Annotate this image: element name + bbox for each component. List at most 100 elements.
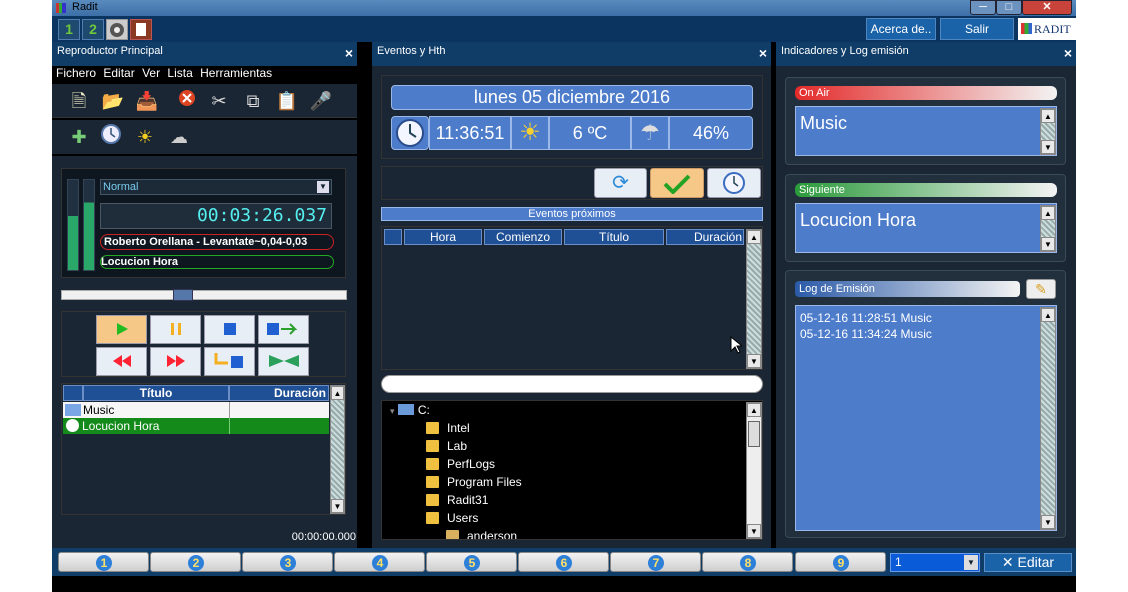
check-button[interactable] [650,168,704,198]
close-panel-icon[interactable]: × [759,45,767,61]
weather-icon[interactable]: ☁ [166,124,192,150]
events-scrollbar[interactable]: ▲ ▼ [746,229,762,369]
open-folder-icon[interactable]: 📂 [100,88,126,114]
events-comienzo-header[interactable]: Comienzo [484,229,562,245]
menu-editar[interactable]: Editar [103,66,134,80]
playlist-duration-header[interactable]: Duración [229,385,329,401]
fast-forward-button[interactable] [150,347,201,376]
save-icon[interactable]: 📥 [134,88,160,114]
about-button[interactable]: Acerca de.. [866,18,936,40]
chevron-down-icon[interactable]: ▼ [964,555,978,570]
cut-icon[interactable]: ✂ [206,88,232,114]
tree-node-folder[interactable]: PerfLogs [390,455,745,473]
close-button[interactable]: ✕ [1022,0,1072,15]
tree-node-folder[interactable]: anderson [390,527,745,539]
scroll-down-icon[interactable]: ▼ [331,499,344,513]
scroll-up-icon[interactable]: ▲ [747,403,761,417]
menu-lista[interactable]: Lista [167,66,192,80]
playlist-title-header[interactable]: Título [83,385,229,401]
scroll-up-icon[interactable]: ▲ [747,230,761,244]
cart-button-4[interactable]: 4 [334,552,425,572]
tree-node-folder[interactable]: Users [390,509,745,527]
total-time: 00:00:00.000 [291,531,356,543]
next-value: Locucion Hora [800,210,917,230]
jump-button[interactable] [204,347,255,376]
temperature-icon[interactable]: ☀ [132,124,158,150]
list-item-title: Music [83,403,115,417]
close-panel-icon[interactable]: × [345,45,353,61]
clock-button[interactable] [707,168,761,198]
menu-herramientas[interactable]: Herramientas [200,66,272,80]
slider-handle[interactable] [172,289,193,301]
pause-button[interactable] [150,315,201,344]
clear-log-button[interactable]: ✎ [1026,279,1056,299]
scroll-up-icon[interactable]: ▲ [331,386,344,400]
mode-select[interactable]: Normal ▼ [100,179,332,195]
table-row[interactable]: Locucion Hora [63,418,329,434]
disc-icon[interactable] [106,19,128,40]
menu-ver[interactable]: Ver [142,66,160,80]
scroll-thumb[interactable] [748,421,760,447]
tree-scrollbar[interactable]: ▲ ▼ [746,402,762,539]
scroll-down-icon[interactable]: ▼ [1041,140,1055,154]
scroll-down-icon[interactable]: ▼ [747,524,761,538]
new-file-icon[interactable]: 🗎 [66,88,92,114]
paste-icon[interactable]: 📋 [274,88,300,114]
cart-button-7[interactable]: 7 [610,552,701,572]
player-1-tab[interactable]: 1 [58,19,80,40]
menu-fichero[interactable]: Fichero [56,66,96,80]
scroll-up-icon[interactable]: ▲ [1041,308,1055,322]
cart-button-1[interactable]: 1 [58,552,149,572]
delete-icon[interactable] [174,88,200,114]
edit-button[interactable]: ✕ Editar [984,553,1072,572]
events-titulo-header[interactable]: Título [564,229,664,245]
note-icon[interactable] [130,19,152,40]
events-hora-header[interactable]: Hora [404,229,482,245]
log-scrollbar[interactable]: ▲ ▼ [1040,307,1056,530]
events-check-header[interactable] [384,229,402,245]
cart-button-5[interactable]: 5 [426,552,517,572]
cart-button-9[interactable]: 9 [795,552,886,572]
page-select[interactable]: 1 ▼ [890,553,980,572]
scroll-up-icon[interactable]: ▲ [1041,206,1055,220]
on-air-scrollbar[interactable]: ▲ ▼ [1040,108,1056,155]
next-track-button[interactable] [258,315,309,344]
crossfade-button[interactable] [258,347,309,376]
player-2-tab[interactable]: 2 [82,19,104,40]
scroll-down-icon[interactable]: ▼ [1041,237,1055,251]
cart-button-3[interactable]: 3 [242,552,333,572]
tree-node-folder[interactable]: Program Files [390,473,745,491]
maximize-button[interactable]: □ [996,0,1022,15]
playlist-scrollbar[interactable]: ▲ ▼ [330,385,345,514]
tree-node-folder[interactable]: Lab [390,437,745,455]
minimize-button[interactable]: ─ [970,0,996,15]
next-scrollbar[interactable]: ▲ ▼ [1040,205,1056,252]
microphone-icon[interactable]: 🎤 [308,88,334,114]
path-input[interactable] [381,375,763,393]
add-file-icon[interactable]: ✚ [66,124,92,150]
scroll-down-icon[interactable]: ▼ [1041,515,1055,529]
play-button[interactable] [96,315,147,344]
cart-button-6[interactable]: 6 [518,552,609,572]
rewind-button[interactable] [96,347,147,376]
table-row[interactable]: Music [63,402,329,418]
exit-button[interactable]: Salir [940,18,1014,40]
copy-icon[interactable]: ⧉ [240,88,266,114]
scroll-down-icon[interactable]: ▼ [747,354,761,368]
cart-button-8[interactable]: 8 [702,552,793,572]
events-duracion-header[interactable]: Duración [666,229,744,245]
stop-button[interactable] [204,315,255,344]
time-announce-icon[interactable] [98,124,124,150]
tab-2-label: 2 [89,21,97,37]
tree-node-folder[interactable]: Intel [390,419,745,437]
exit-label: Salir [964,22,989,36]
chevron-down-icon[interactable]: ▼ [317,181,329,193]
tree-node-drive[interactable]: ▾ C: [390,401,745,419]
playlist-check-header[interactable] [63,385,83,401]
tree-node-folder[interactable]: Radit31 [390,491,745,509]
refresh-button[interactable]: ⟳ [594,168,647,198]
scroll-up-icon[interactable]: ▲ [1041,109,1055,123]
cart-button-2[interactable]: 2 [150,552,241,572]
close-panel-icon[interactable]: × [1064,45,1072,61]
position-slider[interactable] [61,289,347,301]
